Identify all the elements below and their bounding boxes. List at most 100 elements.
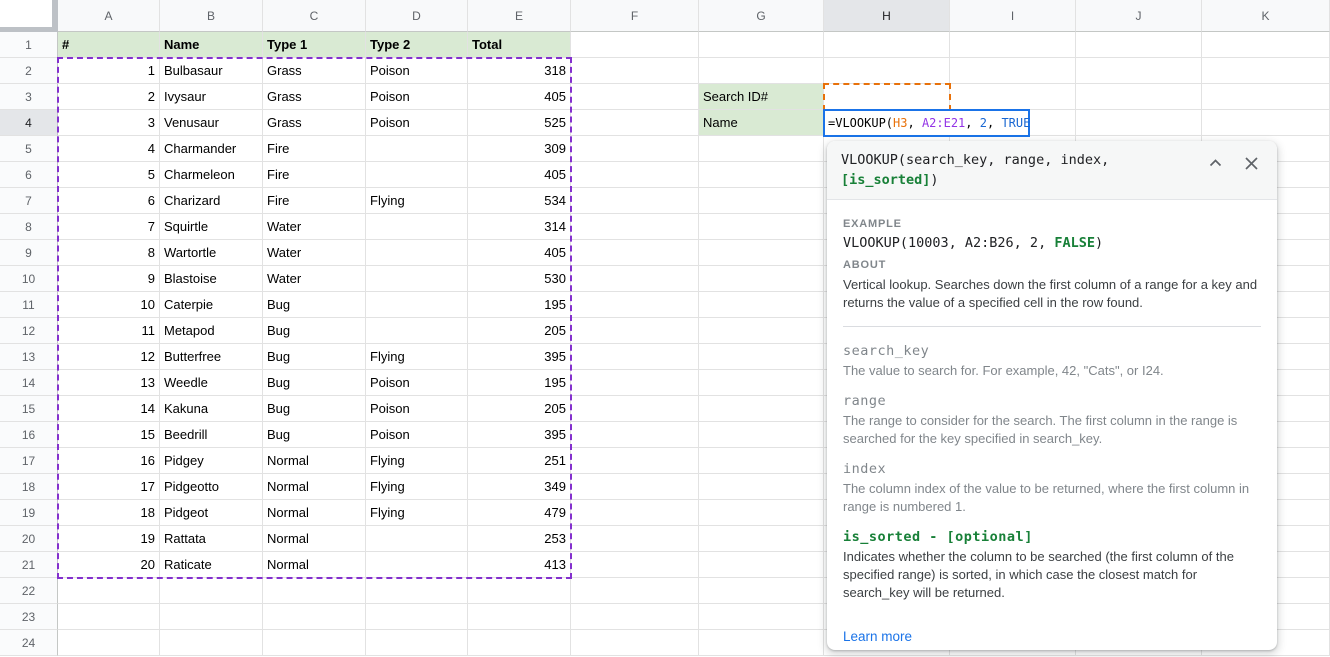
cell-B20[interactable]: Rattata [160, 526, 263, 552]
cell-E23[interactable] [468, 604, 571, 630]
cell-C17[interactable]: Normal [263, 448, 366, 474]
cell-E11[interactable]: 195 [468, 292, 571, 318]
cell-A7[interactable]: 6 [58, 188, 160, 214]
column-header-J[interactable]: J [1076, 0, 1202, 32]
row-header-1[interactable]: 1 [0, 32, 58, 58]
cell-F18[interactable] [571, 474, 699, 500]
cell-E19[interactable]: 479 [468, 500, 571, 526]
cell-C14[interactable]: Bug [263, 370, 366, 396]
row-header-3[interactable]: 3 [0, 84, 58, 110]
cell-D14[interactable]: Poison [366, 370, 468, 396]
cell-F10[interactable] [571, 266, 699, 292]
cell-C19[interactable]: Normal [263, 500, 366, 526]
cell-A22[interactable] [58, 578, 160, 604]
row-header-8[interactable]: 8 [0, 214, 58, 240]
cell-E16[interactable]: 395 [468, 422, 571, 448]
cell-D15[interactable]: Poison [366, 396, 468, 422]
cell-E9[interactable]: 405 [468, 240, 571, 266]
cell-E21[interactable]: 413 [468, 552, 571, 578]
cell-A8[interactable]: 7 [58, 214, 160, 240]
cell-F21[interactable] [571, 552, 699, 578]
cell-A15[interactable]: 14 [58, 396, 160, 422]
cell-J2[interactable] [1076, 58, 1202, 84]
cell-G7[interactable] [699, 188, 824, 214]
cell-E14[interactable]: 195 [468, 370, 571, 396]
cell-G5[interactable] [699, 136, 824, 162]
cell-K2[interactable] [1202, 58, 1330, 84]
cell-B18[interactable]: Pidgeotto [160, 474, 263, 500]
cell-E12[interactable]: 205 [468, 318, 571, 344]
cell-G15[interactable] [699, 396, 824, 422]
cell-C1[interactable]: Type 1 [263, 32, 366, 58]
cell-D20[interactable] [366, 526, 468, 552]
cell-C12[interactable]: Bug [263, 318, 366, 344]
column-header-C[interactable]: C [263, 0, 366, 32]
cell-E17[interactable]: 251 [468, 448, 571, 474]
cell-E10[interactable]: 530 [468, 266, 571, 292]
cell-G4[interactable]: Name [699, 110, 824, 136]
cell-F24[interactable] [571, 630, 699, 656]
row-header-16[interactable]: 16 [0, 422, 58, 448]
column-header-I[interactable]: I [950, 0, 1076, 32]
cell-D10[interactable] [366, 266, 468, 292]
cell-F7[interactable] [571, 188, 699, 214]
cell-E8[interactable]: 314 [468, 214, 571, 240]
cell-C22[interactable] [263, 578, 366, 604]
cell-E1[interactable]: Total [468, 32, 571, 58]
cell-A12[interactable]: 11 [58, 318, 160, 344]
cell-F4[interactable] [571, 110, 699, 136]
cell-C2[interactable]: Grass [263, 58, 366, 84]
cell-C13[interactable]: Bug [263, 344, 366, 370]
cell-G16[interactable] [699, 422, 824, 448]
cell-C6[interactable]: Fire [263, 162, 366, 188]
select-all-corner[interactable] [0, 0, 58, 32]
cell-G19[interactable] [699, 500, 824, 526]
cell-A3[interactable]: 2 [58, 84, 160, 110]
cell-B10[interactable]: Blastoise [160, 266, 263, 292]
cell-F16[interactable] [571, 422, 699, 448]
cell-D4[interactable]: Poison [366, 110, 468, 136]
cell-C11[interactable]: Bug [263, 292, 366, 318]
cell-C18[interactable]: Normal [263, 474, 366, 500]
cell-B1[interactable]: Name [160, 32, 263, 58]
cell-F14[interactable] [571, 370, 699, 396]
cell-F19[interactable] [571, 500, 699, 526]
cell-G21[interactable] [699, 552, 824, 578]
cell-E13[interactable]: 395 [468, 344, 571, 370]
cell-C24[interactable] [263, 630, 366, 656]
cell-B19[interactable]: Pidgeot [160, 500, 263, 526]
cell-K4[interactable] [1202, 110, 1330, 136]
cell-D22[interactable] [366, 578, 468, 604]
cell-E24[interactable] [468, 630, 571, 656]
cell-A10[interactable]: 9 [58, 266, 160, 292]
cell-C5[interactable]: Fire [263, 136, 366, 162]
cell-D19[interactable]: Flying [366, 500, 468, 526]
cell-B13[interactable]: Butterfree [160, 344, 263, 370]
column-header-K[interactable]: K [1202, 0, 1330, 32]
cell-A19[interactable]: 18 [58, 500, 160, 526]
cell-H2[interactable] [824, 58, 950, 84]
cell-J1[interactable] [1076, 32, 1202, 58]
cell-B16[interactable]: Beedrill [160, 422, 263, 448]
row-header-18[interactable]: 18 [0, 474, 58, 500]
row-header-5[interactable]: 5 [0, 136, 58, 162]
cell-B4[interactable]: Venusaur [160, 110, 263, 136]
cell-F6[interactable] [571, 162, 699, 188]
column-header-F[interactable]: F [571, 0, 699, 32]
cell-A9[interactable]: 8 [58, 240, 160, 266]
cell-B24[interactable] [160, 630, 263, 656]
cell-B14[interactable]: Weedle [160, 370, 263, 396]
cell-A14[interactable]: 13 [58, 370, 160, 396]
cell-D9[interactable] [366, 240, 468, 266]
cell-D24[interactable] [366, 630, 468, 656]
cell-B8[interactable]: Squirtle [160, 214, 263, 240]
row-header-13[interactable]: 13 [0, 344, 58, 370]
cell-G1[interactable] [699, 32, 824, 58]
row-header-20[interactable]: 20 [0, 526, 58, 552]
cell-A17[interactable]: 16 [58, 448, 160, 474]
column-header-A[interactable]: A [58, 0, 160, 32]
cell-C4[interactable]: Grass [263, 110, 366, 136]
cell-B17[interactable]: Pidgey [160, 448, 263, 474]
cell-E22[interactable] [468, 578, 571, 604]
cell-D18[interactable]: Flying [366, 474, 468, 500]
